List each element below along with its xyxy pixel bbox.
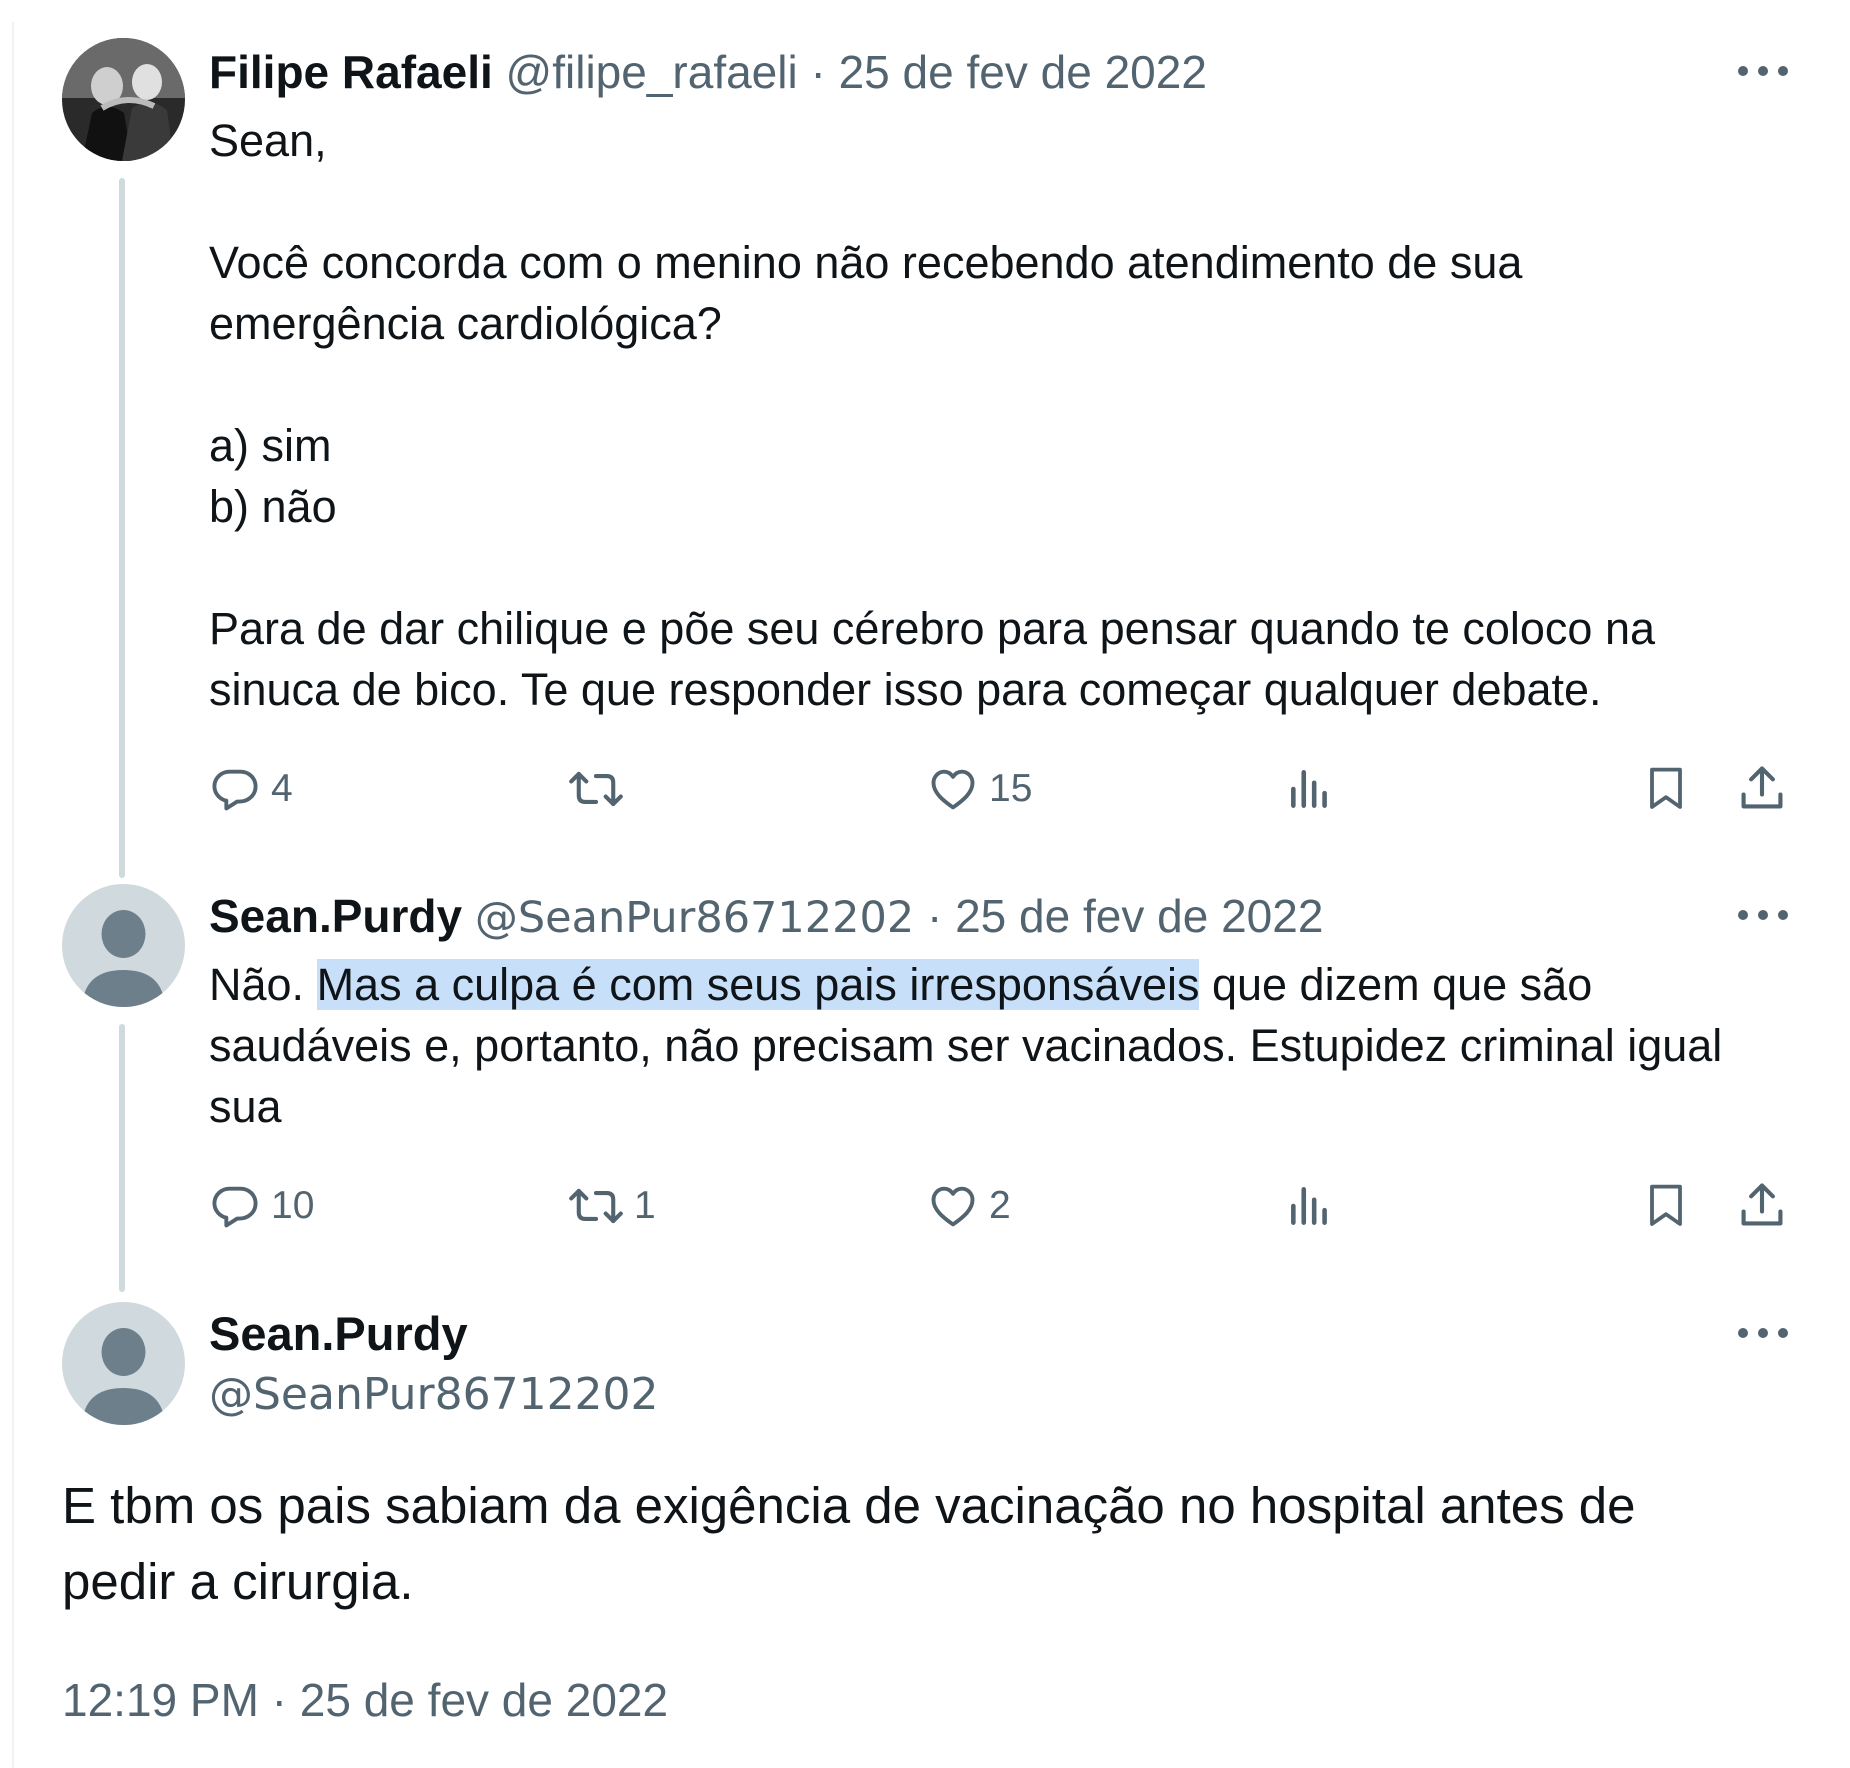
text-line: pedir a cirurgia.: [62, 1553, 414, 1610]
default-avatar-icon: [62, 1302, 185, 1425]
tweet-date[interactable]: 25 de fev de 2022: [839, 46, 1207, 98]
text-line: saudáveis e, portanto, não precisam ser …: [209, 1020, 1723, 1071]
avatar[interactable]: [62, 1302, 185, 1425]
separator: ·: [810, 46, 826, 98]
user-handle[interactable]: @SeanPur86712202: [209, 1367, 659, 1423]
avatar[interactable]: [62, 38, 185, 161]
views-icon: [1291, 1187, 1327, 1225]
display-name[interactable]: Sean.Purdy: [209, 890, 462, 942]
tweet-header: Sean.Purdy @SeanPur86712202 · 25 de fev …: [209, 888, 1323, 946]
share-button[interactable]: [1736, 1178, 1788, 1232]
like-button[interactable]: 15: [927, 763, 1032, 815]
bookmark-button[interactable]: [1642, 761, 1690, 815]
bookmark-button[interactable]: [1642, 1178, 1690, 1232]
reply-count: 4: [271, 767, 293, 810]
tweet-text: Sean, Você concorda com o menino não rec…: [209, 110, 1655, 720]
user-handle[interactable]: @filipe_rafaeli: [506, 46, 798, 98]
bookmark-icon: [1650, 767, 1682, 809]
timeline-border: [12, 22, 14, 1768]
reply-count: 10: [271, 1184, 315, 1227]
selected-text: Mas a culpa é com seus pais irresponsáve…: [316, 959, 1200, 1010]
like-button[interactable]: 2: [927, 1180, 1011, 1232]
more-icon[interactable]: [1738, 1323, 1788, 1343]
text-line: Não. Mas a culpa é com seus pais irrespo…: [209, 954, 1722, 1015]
retweet-icon: [569, 1188, 623, 1224]
display-name[interactable]: Sean.Purdy: [209, 1305, 468, 1363]
text-line: E tbm os pais sabiam da exigência de vac…: [62, 1477, 1636, 1534]
thread-connector: [119, 178, 125, 878]
avatar-photo-icon: [62, 38, 185, 161]
text-plain: que dizem que são: [1199, 959, 1593, 1010]
tweet-header: Filipe Rafaeli @filipe_rafaeli · 25 de f…: [209, 44, 1207, 100]
bookmark-icon: [1650, 1184, 1682, 1226]
more-icon[interactable]: [1738, 905, 1788, 925]
text-line: b) não: [209, 481, 337, 532]
views-icon: [1291, 770, 1327, 808]
text-line: emergência cardiológica?: [209, 298, 722, 349]
like-icon: [931, 1186, 975, 1227]
retweet-button[interactable]: 1: [568, 1180, 656, 1232]
default-avatar-icon: [62, 884, 185, 1007]
thread-connector: [119, 1024, 125, 1292]
share-button[interactable]: [1736, 761, 1788, 815]
share-icon: [1741, 1183, 1783, 1226]
tweet-date[interactable]: 25 de fev de 2022: [955, 890, 1323, 942]
user-handle[interactable]: @SeanPur86712202: [475, 893, 914, 943]
retweet-count: 1: [634, 1184, 656, 1227]
reply-icon: [212, 769, 258, 811]
text-line: Sean,: [209, 115, 327, 166]
text-plain: Não.: [209, 959, 317, 1010]
text-line: sua: [209, 1081, 282, 1132]
views-button[interactable]: [1285, 763, 1335, 815]
more-icon[interactable]: [1738, 61, 1788, 81]
tweet-timestamp[interactable]: 12:19 PM · 25 de fev de 2022: [62, 1672, 668, 1728]
retweet-icon: [569, 771, 623, 807]
reply-button[interactable]: 4: [209, 763, 293, 815]
share-icon: [1741, 766, 1783, 809]
reply-button[interactable]: 10: [209, 1180, 314, 1232]
text-line: sinuca de bico. Te que responder isso pa…: [209, 664, 1602, 715]
like-count: 15: [989, 767, 1033, 810]
views-button[interactable]: [1285, 1180, 1335, 1232]
like-count: 2: [989, 1184, 1011, 1227]
text-line: Você concorda com o menino não recebendo…: [209, 237, 1523, 288]
display-name[interactable]: Filipe Rafaeli: [209, 46, 493, 98]
text-line: Para de dar chilique e põe seu cérebro p…: [209, 603, 1655, 654]
tweet-text: E tbm os pais sabiam da exigência de vac…: [62, 1468, 1635, 1620]
tweet-text: Não. Mas a culpa é com seus pais irrespo…: [209, 954, 1722, 1137]
retweet-button[interactable]: [568, 763, 634, 815]
reply-icon: [212, 1186, 258, 1228]
avatar[interactable]: [62, 884, 185, 1007]
text-line: a) sim: [209, 420, 332, 471]
like-icon: [931, 769, 975, 810]
separator: ·: [926, 890, 943, 942]
